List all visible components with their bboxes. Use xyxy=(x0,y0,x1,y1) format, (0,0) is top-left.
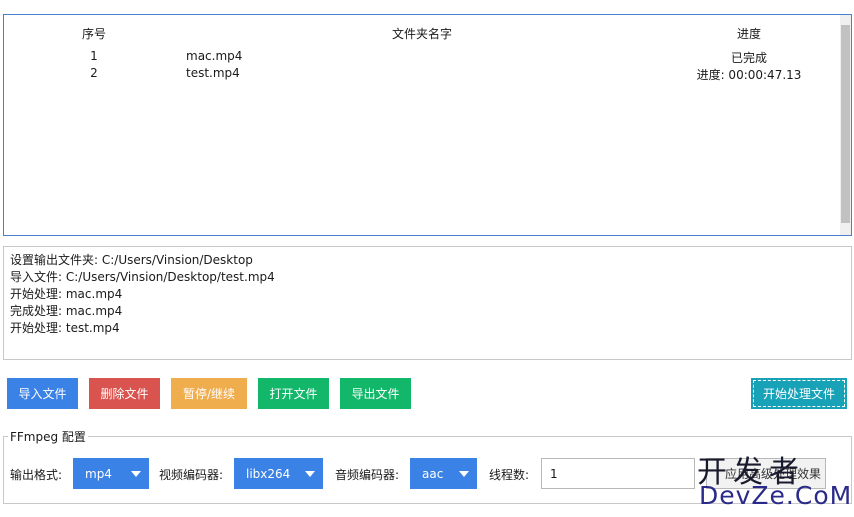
video-encoder-label: 视频编码器: xyxy=(159,468,224,482)
row-2-progress[interactable]: 进度: 00:00:47.13 xyxy=(684,66,814,83)
apply-advanced-effects-label: 应用高级处理效果 xyxy=(725,467,822,481)
log-output[interactable]: 设置输出文件夹: C:/Users/Vinsion/Desktop 导入文件: … xyxy=(3,246,852,360)
log-line: 设置输出文件夹: C:/Users/Vinsion/Desktop xyxy=(10,253,253,267)
audio-encoder-label: 音频编码器: xyxy=(335,468,400,482)
file-table[interactable]: 序号 文件夹名字 进度 1 mac.mp4 已完成 2 test.mp4 进度:… xyxy=(3,14,852,236)
open-file-button[interactable]: 打开文件 xyxy=(258,378,329,409)
chevron-down-icon xyxy=(459,471,469,477)
table-scrollbar-thumb[interactable] xyxy=(841,25,850,223)
output-format-select[interactable]: mp4 xyxy=(73,458,149,489)
chevron-down-icon xyxy=(305,471,315,477)
export-file-button[interactable]: 导出文件 xyxy=(340,378,411,409)
start-processing-button[interactable]: 开始处理文件 xyxy=(751,378,847,409)
output-format-value: mp4 xyxy=(85,466,112,481)
log-line: 完成处理: mac.mp4 xyxy=(10,304,123,318)
video-encoder-value: libx264 xyxy=(246,466,291,481)
log-line: 导入文件: C:/Users/Vinsion/Desktop/test.mp4 xyxy=(10,270,275,284)
threads-input[interactable] xyxy=(541,458,695,489)
ffmpeg-config-legend: FFmpeg 配置 xyxy=(8,428,88,445)
delete-file-button[interactable]: 删除文件 xyxy=(89,378,160,409)
threads-label: 线程数: xyxy=(489,468,530,482)
row-1-name[interactable]: mac.mp4 xyxy=(186,49,242,63)
row-2-no[interactable]: 2 xyxy=(64,66,124,80)
video-encoder-select[interactable]: libx264 xyxy=(234,458,323,489)
row-2-name[interactable]: test.mp4 xyxy=(186,66,240,80)
chevron-down-icon xyxy=(131,471,141,477)
audio-encoder-value: aac xyxy=(422,466,444,481)
row-1-no[interactable]: 1 xyxy=(64,49,124,63)
output-format-label: 输出格式: xyxy=(10,468,63,482)
pause-resume-button[interactable]: 暂停/继续 xyxy=(171,378,247,409)
row-1-progress[interactable]: 已完成 xyxy=(684,49,814,66)
column-header-name[interactable]: 文件夹名字 xyxy=(334,25,510,42)
audio-encoder-select[interactable]: aac xyxy=(410,458,477,489)
app-window: 序号 文件夹名字 进度 1 mac.mp4 已完成 2 test.mp4 进度:… xyxy=(0,0,854,517)
table-scrollbar[interactable] xyxy=(840,15,851,235)
column-header-progress[interactable]: 进度 xyxy=(684,25,814,42)
log-line: 开始处理: mac.mp4 xyxy=(10,287,123,301)
column-header-no[interactable]: 序号 xyxy=(64,25,124,42)
import-file-button[interactable]: 导入文件 xyxy=(7,378,78,409)
log-line: 开始处理: test.mp4 xyxy=(10,321,120,335)
apply-advanced-effects-button[interactable]: 应用高级处理效果 xyxy=(706,458,826,489)
